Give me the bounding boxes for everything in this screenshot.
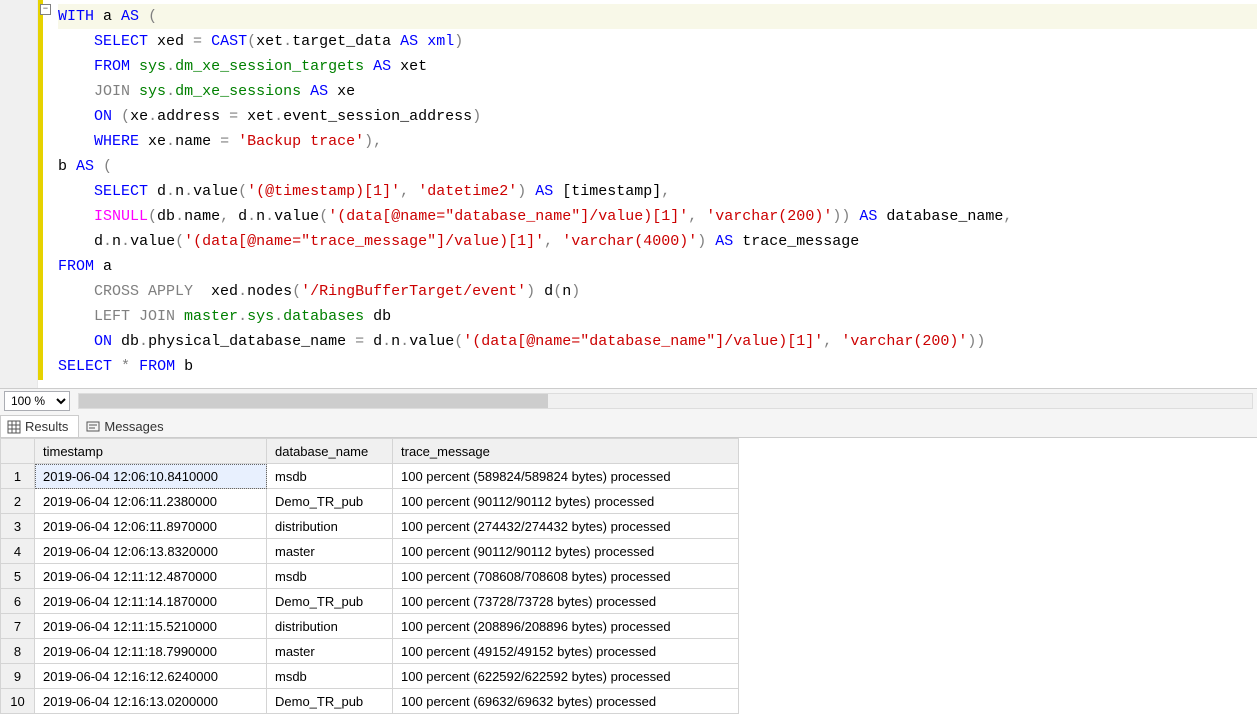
- table-row[interactable]: 52019-06-04 12:11:12.4870000msdb100 perc…: [1, 564, 739, 589]
- cell-database[interactable]: master: [267, 639, 393, 664]
- cell-message[interactable]: 100 percent (90112/90112 bytes) processe…: [393, 539, 739, 564]
- table-row[interactable]: 92019-06-04 12:16:12.6240000msdb100 perc…: [1, 664, 739, 689]
- col-header-message[interactable]: trace_message: [393, 439, 739, 464]
- code-line[interactable]: CROSS APPLY xed.nodes('/RingBufferTarget…: [58, 279, 1257, 304]
- row-header[interactable]: 9: [1, 664, 35, 689]
- cell-timestamp[interactable]: 2019-06-04 12:06:11.2380000: [35, 489, 267, 514]
- code-line[interactable]: FROM a: [58, 254, 1257, 279]
- cell-database[interactable]: Demo_TR_pub: [267, 489, 393, 514]
- cell-database[interactable]: distribution: [267, 614, 393, 639]
- code-line[interactable]: SELECT * FROM b: [58, 354, 1257, 379]
- cell-database[interactable]: msdb: [267, 564, 393, 589]
- change-indicator: [38, 0, 43, 380]
- table-row[interactable]: 42019-06-04 12:06:13.8320000master100 pe…: [1, 539, 739, 564]
- table-row[interactable]: 62019-06-04 12:11:14.1870000Demo_TR_pub1…: [1, 589, 739, 614]
- code-line[interactable]: WITH a AS (: [58, 4, 1257, 29]
- cell-message[interactable]: 100 percent (274432/274432 bytes) proces…: [393, 514, 739, 539]
- scrollbar-thumb[interactable]: [79, 394, 548, 408]
- row-header[interactable]: 6: [1, 589, 35, 614]
- results-grid: timestamp database_name trace_message 12…: [0, 438, 739, 714]
- code-line[interactable]: WHERE xe.name = 'Backup trace'),: [58, 129, 1257, 154]
- code-text[interactable]: WITH a AS ( SELECT xed = CAST(xet.target…: [56, 0, 1257, 388]
- col-header-database[interactable]: database_name: [267, 439, 393, 464]
- cell-database[interactable]: master: [267, 539, 393, 564]
- row-header[interactable]: 3: [1, 514, 35, 539]
- row-header[interactable]: 2: [1, 489, 35, 514]
- editor-gutter: [0, 0, 38, 388]
- code-line[interactable]: LEFT JOIN master.sys.databases db: [58, 304, 1257, 329]
- cell-message[interactable]: 100 percent (73728/73728 bytes) processe…: [393, 589, 739, 614]
- code-line[interactable]: ISNULL(db.name, d.n.value('(data[@name="…: [58, 204, 1257, 229]
- cell-timestamp[interactable]: 2019-06-04 12:16:12.6240000: [35, 664, 267, 689]
- row-header[interactable]: 10: [1, 689, 35, 714]
- cell-timestamp[interactable]: 2019-06-04 12:06:13.8320000: [35, 539, 267, 564]
- corner-header[interactable]: [1, 439, 35, 464]
- cell-timestamp[interactable]: 2019-06-04 12:06:10.8410000: [35, 464, 267, 489]
- grid-icon: [7, 420, 21, 434]
- cell-timestamp[interactable]: 2019-06-04 12:16:13.0200000: [35, 689, 267, 714]
- code-line[interactable]: FROM sys.dm_xe_session_targets AS xet: [58, 54, 1257, 79]
- code-line[interactable]: SELECT d.n.value('(@timestamp)[1]', 'dat…: [58, 179, 1257, 204]
- horizontal-scrollbar[interactable]: [78, 393, 1253, 409]
- tab-results[interactable]: Results: [0, 415, 79, 437]
- table-row[interactable]: 72019-06-04 12:11:15.5210000distribution…: [1, 614, 739, 639]
- cell-timestamp[interactable]: 2019-06-04 12:11:14.1870000: [35, 589, 267, 614]
- results-grid-pane[interactable]: timestamp database_name trace_message 12…: [0, 438, 1257, 727]
- table-row[interactable]: 12019-06-04 12:06:10.8410000msdb100 perc…: [1, 464, 739, 489]
- row-header[interactable]: 7: [1, 614, 35, 639]
- zoom-select[interactable]: 100 %: [4, 391, 70, 411]
- fold-margin: −: [38, 0, 56, 388]
- row-header[interactable]: 4: [1, 539, 35, 564]
- cell-database[interactable]: Demo_TR_pub: [267, 689, 393, 714]
- cell-timestamp[interactable]: 2019-06-04 12:06:11.8970000: [35, 514, 267, 539]
- grid-header-row: timestamp database_name trace_message: [1, 439, 739, 464]
- table-row[interactable]: 32019-06-04 12:06:11.8970000distribution…: [1, 514, 739, 539]
- results-tabs: Results Messages: [0, 412, 1257, 438]
- fold-collapse-icon[interactable]: −: [40, 4, 51, 15]
- cell-timestamp[interactable]: 2019-06-04 12:11:18.7990000: [35, 639, 267, 664]
- table-row[interactable]: 82019-06-04 12:11:18.7990000master100 pe…: [1, 639, 739, 664]
- cell-timestamp[interactable]: 2019-06-04 12:11:15.5210000: [35, 614, 267, 639]
- sql-editor[interactable]: − WITH a AS ( SELECT xed = CAST(xet.targ…: [0, 0, 1257, 388]
- col-header-timestamp[interactable]: timestamp: [35, 439, 267, 464]
- cell-timestamp[interactable]: 2019-06-04 12:11:12.4870000: [35, 564, 267, 589]
- row-header[interactable]: 8: [1, 639, 35, 664]
- cell-message[interactable]: 100 percent (49152/49152 bytes) processe…: [393, 639, 739, 664]
- tab-messages[interactable]: Messages: [79, 415, 174, 437]
- table-row[interactable]: 22019-06-04 12:06:11.2380000Demo_TR_pub1…: [1, 489, 739, 514]
- cell-message[interactable]: 100 percent (589824/589824 bytes) proces…: [393, 464, 739, 489]
- cell-message[interactable]: 100 percent (208896/208896 bytes) proces…: [393, 614, 739, 639]
- code-line[interactable]: b AS (: [58, 154, 1257, 179]
- cell-message[interactable]: 100 percent (708608/708608 bytes) proces…: [393, 564, 739, 589]
- cell-message[interactable]: 100 percent (622592/622592 bytes) proces…: [393, 664, 739, 689]
- cell-database[interactable]: distribution: [267, 514, 393, 539]
- code-line[interactable]: JOIN sys.dm_xe_sessions AS xe: [58, 79, 1257, 104]
- editor-zoom-bar: 100 %: [0, 388, 1257, 412]
- cell-database[interactable]: Demo_TR_pub: [267, 589, 393, 614]
- code-line[interactable]: SELECT xed = CAST(xet.target_data AS xml…: [58, 29, 1257, 54]
- cell-message[interactable]: 100 percent (90112/90112 bytes) processe…: [393, 489, 739, 514]
- code-line[interactable]: ON (xe.address = xet.event_session_addre…: [58, 104, 1257, 129]
- row-header[interactable]: 5: [1, 564, 35, 589]
- tab-results-label: Results: [25, 419, 68, 434]
- messages-icon: [86, 420, 100, 434]
- code-line[interactable]: d.n.value('(data[@name="trace_message"]/…: [58, 229, 1257, 254]
- tab-messages-label: Messages: [104, 419, 163, 434]
- row-header[interactable]: 1: [1, 464, 35, 489]
- cell-database[interactable]: msdb: [267, 664, 393, 689]
- code-line[interactable]: ON db.physical_database_name = d.n.value…: [58, 329, 1257, 354]
- cell-message[interactable]: 100 percent (69632/69632 bytes) processe…: [393, 689, 739, 714]
- table-row[interactable]: 102019-06-04 12:16:13.0200000Demo_TR_pub…: [1, 689, 739, 714]
- cell-database[interactable]: msdb: [267, 464, 393, 489]
